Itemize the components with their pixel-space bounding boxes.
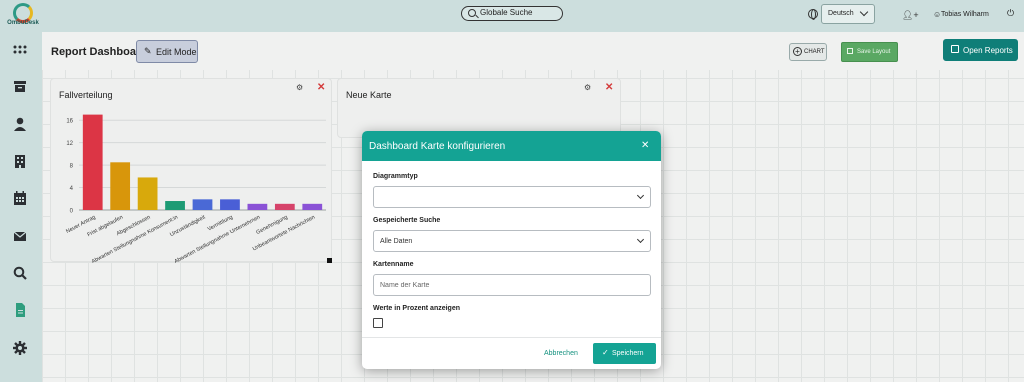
bar	[302, 203, 323, 210]
gear-icon[interactable]: ⚙	[584, 83, 591, 92]
bar	[165, 201, 185, 210]
edit-mode-button[interactable]: ✎ Edit Mode	[136, 40, 198, 63]
user-icon[interactable]	[12, 116, 28, 132]
globe-icon	[808, 9, 818, 20]
card-name-input[interactable]	[373, 274, 651, 296]
chart-type-label: Diagrammtyp	[373, 173, 418, 180]
modal-divider	[362, 337, 661, 338]
bar	[220, 199, 240, 210]
percent-label: Werte in Prozent anzeigen	[373, 305, 460, 312]
saved-search-label: Gespeicherte Suche	[373, 217, 441, 224]
add-chart-button[interactable]: + CHART	[789, 43, 827, 61]
app-logo[interactable]: OmbuDesk	[4, 3, 42, 29]
save-layout-button[interactable]: Save Layout	[841, 42, 898, 62]
saved-search-select[interactable]: Alle Daten	[373, 230, 651, 252]
resize-handle[interactable]	[327, 258, 332, 263]
save-layout-label: Save Layout	[857, 49, 891, 55]
search-icon	[468, 9, 476, 17]
cancel-button[interactable]: Abbrechen	[544, 350, 578, 357]
dashboard-card[interactable]: Neue Karte ⚙ ✕	[337, 78, 621, 138]
search-icon[interactable]	[12, 265, 28, 281]
archive-icon[interactable]	[12, 78, 28, 94]
y-tick-label: 12	[66, 141, 73, 147]
bar	[110, 162, 131, 210]
bar	[192, 199, 213, 210]
close-icon[interactable]: ✕	[605, 82, 613, 93]
page-title: Report Dashboard	[51, 46, 147, 58]
sidebar	[0, 32, 42, 382]
pencil-icon: ✎	[144, 46, 152, 56]
dashboard-card[interactable]: Fallverteilung ⚙ ✕ 0 4 8 12 16 Neuer Antrag Fr…	[50, 78, 332, 263]
edit-mode-label: Edit Mode	[156, 47, 197, 57]
open-reports-label: Open Reports	[963, 46, 1013, 55]
y-tick-label: 0	[70, 209, 74, 215]
plus-circle-icon: +	[793, 47, 802, 56]
bar	[274, 203, 295, 210]
chevron-down-icon	[636, 191, 645, 200]
gear-icon[interactable]	[12, 340, 28, 356]
add-chart-label: CHART	[804, 49, 825, 55]
calendar-icon[interactable]	[12, 190, 28, 206]
check-icon: ✓	[602, 348, 609, 357]
chart-type-select[interactable]	[373, 186, 651, 208]
close-icon[interactable]: ✕	[641, 140, 649, 151]
save-icon	[847, 48, 853, 54]
y-tick-label: 4	[70, 186, 74, 192]
percent-checkbox[interactable]	[373, 318, 383, 328]
user-icon: ☺	[933, 10, 942, 19]
modal-title: Dashboard Karte konfigurieren	[369, 141, 506, 152]
add-user-icon[interactable]: 👤︎+	[902, 10, 919, 21]
save-button[interactable]: ✓ Speichern	[593, 343, 656, 364]
save-label: Speichern	[612, 350, 644, 357]
language-select[interactable]: Deutsch	[821, 4, 875, 24]
building-icon[interactable]	[12, 153, 28, 169]
card-title: Neue Karte	[346, 90, 392, 100]
bar	[82, 114, 103, 210]
card-name-label: Kartenname	[373, 261, 414, 268]
y-tick-label: 16	[66, 119, 73, 125]
bar	[247, 203, 268, 210]
saved-search-value: Alle Daten	[380, 238, 413, 245]
y-tick-label: 8	[70, 164, 74, 170]
power-icon[interactable]: ⏻	[1007, 8, 1014, 19]
logo-text: OmbuDesk	[7, 20, 39, 26]
language-value: Deutsch	[828, 10, 854, 17]
configure-card-modal: Dashboard Karte konfigurieren ✕ Diagramm…	[362, 131, 661, 369]
global-search-input[interactable]: Globale Suche	[480, 8, 532, 17]
mail-icon[interactable]	[12, 228, 28, 244]
grid-icon[interactable]	[12, 42, 28, 58]
modal-header: Dashboard Karte konfigurieren ✕	[362, 131, 661, 161]
document-icon[interactable]	[12, 302, 28, 318]
global-search[interactable]: Globale Suche	[461, 6, 563, 21]
chevron-down-icon	[636, 235, 645, 244]
dashboard-header: Report Dashboard ✎ Edit Mode + CHART Sav…	[42, 32, 1024, 70]
bar-chart: 0481216Neuer AntragFrist abgelaufenAbges…	[65, 114, 326, 263]
external-link-icon	[951, 45, 959, 53]
bar	[137, 177, 158, 210]
chevron-down-icon	[859, 7, 869, 17]
user-name[interactable]: Tobias Wilharm	[941, 11, 989, 18]
open-reports-button[interactable]: Open Reports	[943, 39, 1018, 61]
top-bar: OmbuDesk Globale Suche Deutsch 👤︎+ ☺ Tob…	[0, 0, 1024, 32]
